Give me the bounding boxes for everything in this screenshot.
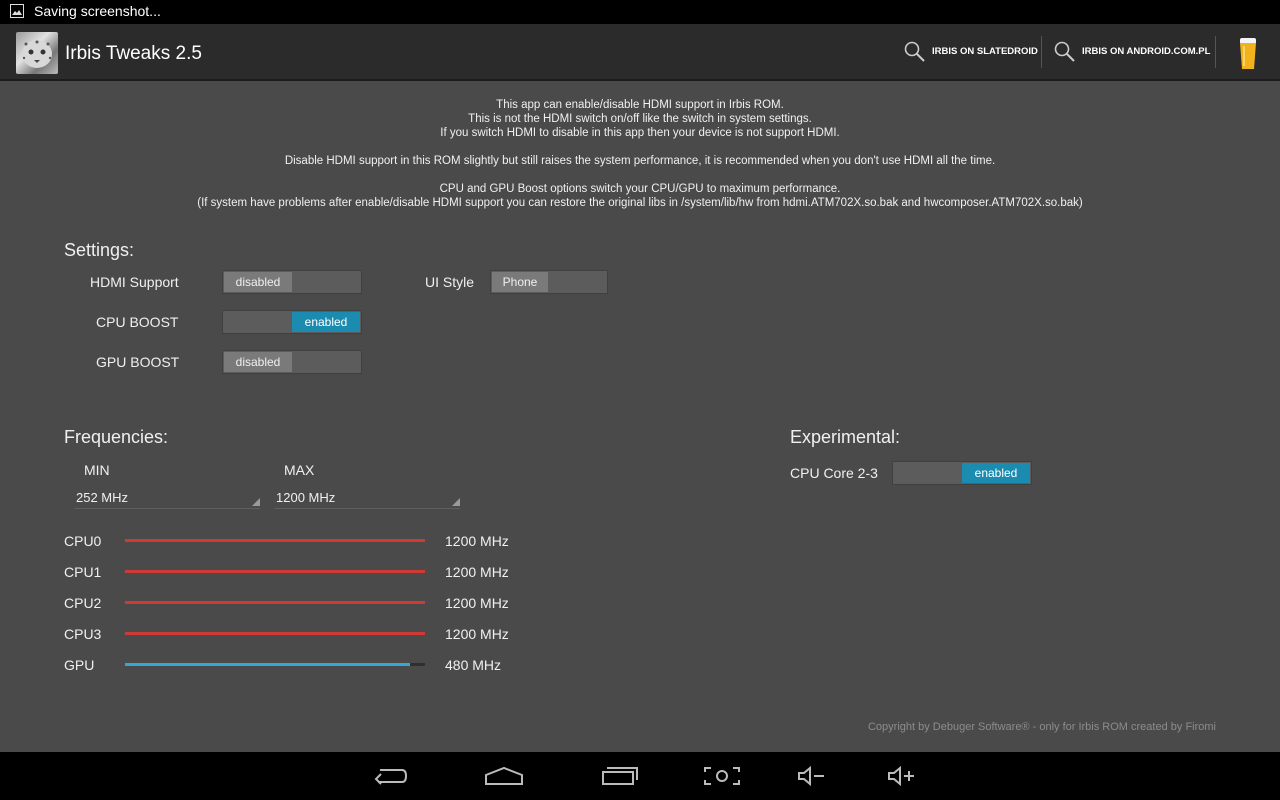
search-icon: [1054, 41, 1075, 62]
hdmi-support-label: HDMI Support: [90, 274, 179, 290]
slatedroid-link-button[interactable]: IRBIS ON SLATEDROID: [904, 24, 1038, 79]
dropdown-arrow-icon: [452, 498, 460, 506]
cpu1-frequency-bar: [125, 570, 425, 573]
status-text: Saving screenshot...: [34, 3, 161, 19]
info-line: This is not the HDMI switch on/off like …: [468, 113, 812, 125]
cpu1-label: CPU1: [64, 564, 102, 580]
action-bar: Irbis Tweaks 2.5 IRBIS ON SLATEDROID IRB…: [0, 24, 1280, 81]
search-icon: [904, 41, 925, 62]
back-icon[interactable]: [370, 762, 410, 790]
android-com-pl-link-label: IRBIS ON ANDROID.COM.PL: [1082, 46, 1211, 57]
gpu-label: GPU: [64, 657, 95, 673]
gpu-boost-toggle[interactable]: disabled: [222, 350, 362, 374]
gpu-boost-label: GPU BOOST: [96, 354, 180, 370]
info-text-block: This app can enable/disable HDMI support…: [0, 98, 1280, 210]
experimental-title: Experimental:: [790, 427, 901, 447]
cpu0-frequency-value: 1200 MHz: [445, 533, 509, 549]
app-icon[interactable]: [16, 32, 58, 74]
android-com-pl-link-button[interactable]: IRBIS ON ANDROID.COM.PL: [1054, 24, 1210, 79]
cpu1-bar-fill: [125, 570, 425, 573]
volume-down-icon[interactable]: [792, 762, 832, 790]
home-icon[interactable]: [484, 762, 524, 790]
screenshot-icon[interactable]: [702, 762, 742, 790]
cpu0-frequency-bar: [125, 539, 425, 542]
cpu-boost-label: CPU BOOST: [96, 314, 179, 330]
cpu3-frequency-bar: [125, 632, 425, 635]
max-label: MAX: [284, 462, 315, 478]
info-line: This app can enable/disable HDMI support…: [496, 99, 784, 111]
navigation-bar: [0, 752, 1280, 800]
cpu1-frequency-value: 1200 MHz: [445, 564, 509, 580]
hdmi-support-toggle[interactable]: disabled: [222, 270, 362, 294]
info-line: CPU and GPU Boost options switch your CP…: [439, 183, 841, 195]
cpu0-bar-fill: [125, 539, 425, 542]
action-divider: [1041, 36, 1042, 68]
beer-icon[interactable]: [1238, 38, 1258, 75]
recent-apps-icon[interactable]: [600, 762, 640, 790]
ui-style-toggle[interactable]: Phone: [490, 270, 608, 294]
dropdown-arrow-icon: [252, 498, 260, 506]
gpu-bar-fill: [125, 663, 410, 666]
cpu2-frequency-value: 1200 MHz: [445, 595, 509, 611]
cpu-core-2-3-label: CPU Core 2-3: [790, 465, 878, 481]
toggle-state: enabled: [292, 312, 360, 332]
cpu2-label: CPU2: [64, 595, 102, 611]
cpu-boost-toggle[interactable]: enabled: [222, 310, 362, 334]
toggle-state: disabled: [224, 352, 292, 372]
settings-title: Settings:: [64, 240, 135, 260]
min-frequency-value: 252 MHz: [76, 490, 129, 505]
info-line: Disable HDMI support in this ROM slightl…: [284, 155, 996, 167]
toggle-state: disabled: [224, 272, 292, 292]
app-title: Irbis Tweaks 2.5: [65, 43, 202, 64]
max-frequency-value: 1200 MHz: [276, 490, 336, 505]
cpu2-frequency-bar: [125, 601, 425, 604]
frequencies-title: Frequencies:: [64, 427, 169, 447]
copyright-text: Copyright by Debuger Software® - only fo…: [867, 721, 1216, 733]
gpu-frequency-bar: [125, 663, 425, 666]
toggle-state: Phone: [492, 272, 548, 292]
gpu-frequency-value: 480 MHz: [445, 657, 502, 673]
toggle-state: enabled: [962, 463, 1030, 483]
volume-up-icon[interactable]: [882, 762, 922, 790]
slatedroid-link-label: IRBIS ON SLATEDROID: [932, 46, 1038, 57]
cpu0-label: CPU0: [64, 533, 102, 549]
ui-style-label: UI Style: [425, 274, 475, 290]
cpu3-bar-fill: [125, 632, 425, 635]
image-icon: [10, 4, 24, 18]
max-frequency-select[interactable]: 1200 MHz: [274, 488, 460, 509]
info-line: If you switch HDMI to disable in this ap…: [440, 127, 840, 139]
min-label: MIN: [84, 462, 110, 478]
status-bar: Saving screenshot...: [0, 0, 1280, 24]
cpu3-frequency-value: 1200 MHz: [445, 626, 509, 642]
min-frequency-select[interactable]: 252 MHz: [74, 488, 260, 509]
info-line: (If system have problems after enable/di…: [197, 197, 1083, 209]
cpu-core-2-3-toggle[interactable]: enabled: [892, 461, 1032, 485]
action-divider: [1215, 36, 1216, 68]
cpu3-label: CPU3: [64, 626, 102, 642]
cpu2-bar-fill: [125, 601, 425, 604]
